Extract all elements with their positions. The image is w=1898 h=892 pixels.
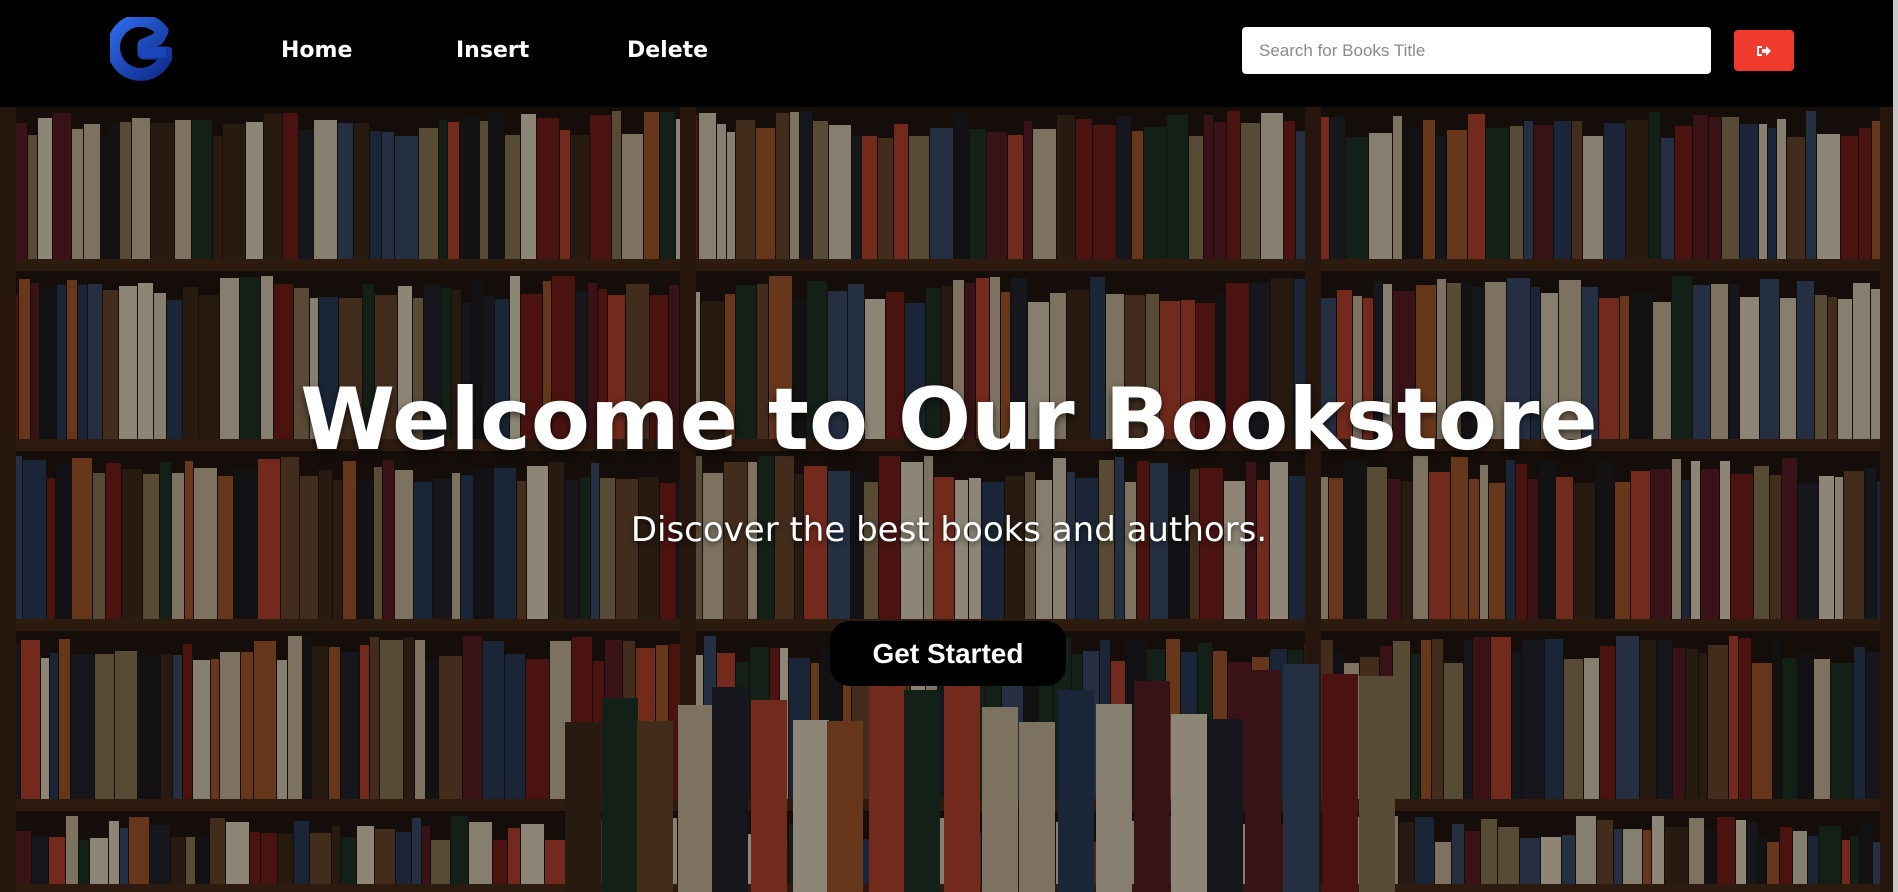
- top-navbar: Home Insert Delete: [0, 0, 1898, 107]
- search-input[interactable]: [1242, 27, 1711, 74]
- nav-link-delete[interactable]: Delete: [627, 34, 708, 68]
- bookshelf-background-image: [0, 107, 1898, 892]
- nav-link-insert[interactable]: Insert: [456, 34, 529, 68]
- logout-button[interactable]: [1734, 30, 1794, 71]
- hero-subtitle: Discover the best books and authors.: [630, 510, 1268, 550]
- page-scrollbar[interactable]: [1893, 0, 1898, 892]
- hero-title: Welcome to Our Bookstore: [300, 370, 1598, 470]
- sign-out-icon: [1757, 45, 1771, 56]
- nav-link-home[interactable]: Home: [281, 34, 352, 68]
- hero-section: Welcome to Our Bookstore Discover the be…: [0, 107, 1898, 892]
- g-logo-icon[interactable]: [110, 17, 172, 83]
- get-started-button[interactable]: Get Started: [830, 621, 1066, 686]
